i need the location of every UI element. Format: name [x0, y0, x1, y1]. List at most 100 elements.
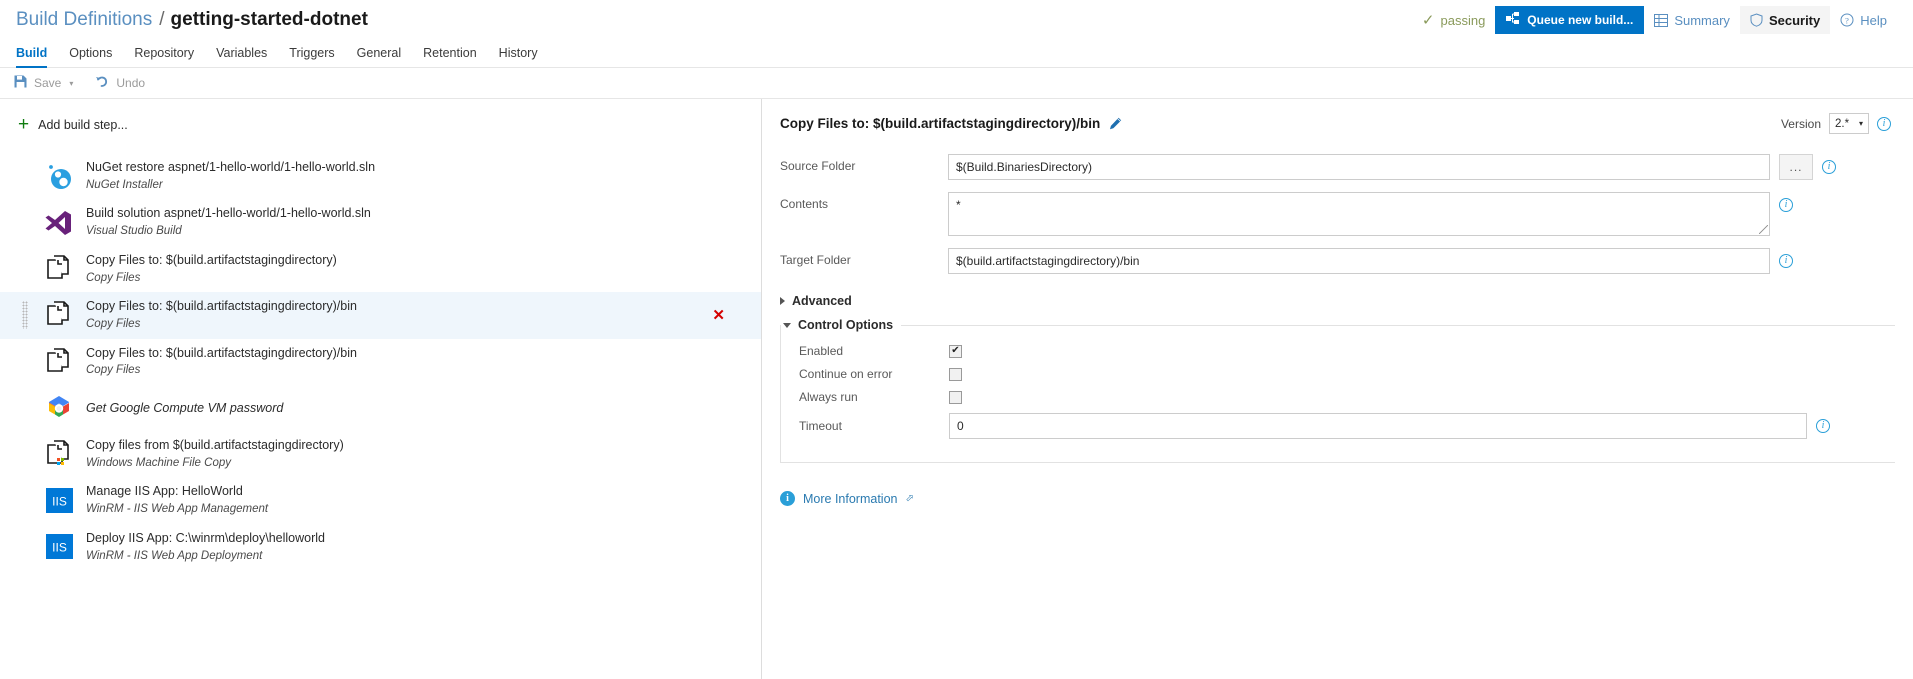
control-options-section: Control Options Enabled ✔ Continue on er…: [780, 318, 1895, 463]
step-form: Source Folder $(Build.BinariesDirectory)…: [762, 154, 1913, 274]
form-row-source-folder: Source Folder $(Build.BinariesDirectory)…: [780, 154, 1913, 180]
summary-grid-icon: [1654, 13, 1669, 27]
source-folder-input[interactable]: $(Build.BinariesDirectory): [948, 154, 1770, 180]
tab-options[interactable]: Options: [69, 46, 126, 67]
status-badge: ✓ passing: [1412, 6, 1495, 34]
enabled-checkbox[interactable]: ✔: [949, 344, 962, 358]
shield-icon: [1750, 13, 1763, 27]
enabled-label: Enabled: [799, 344, 844, 358]
step-details-header: Copy Files to: $(build.artifactstagingdi…: [762, 113, 1913, 134]
build-step-item[interactable]: NuGet restore aspnet/1-hello-world/1-hel…: [0, 153, 761, 199]
version-info-icon[interactable]: i: [1877, 116, 1891, 131]
chevron-down-icon: ▾: [1858, 119, 1863, 128]
breadcrumb-separator: /: [159, 9, 165, 30]
drag-handle[interactable]: [14, 347, 36, 377]
more-information-label: More Information: [803, 491, 898, 506]
delete-step-icon[interactable]: ✕: [712, 308, 751, 323]
tab-retention[interactable]: Retention: [423, 46, 491, 67]
build-step-item[interactable]: Build solution aspnet/1-hello-world/1-he…: [0, 199, 761, 245]
undo-label: Undo: [116, 76, 146, 90]
build-step-item-selected[interactable]: Copy Files to: $(build.artifactstagingdi…: [0, 292, 761, 339]
help-label: Help: [1860, 12, 1887, 28]
drag-handle[interactable]: [14, 439, 36, 469]
advanced-section-toggle[interactable]: Advanced: [780, 294, 1913, 308]
timeout-info-icon[interactable]: i: [1816, 419, 1830, 433]
contents-textarea[interactable]: *: [948, 192, 1770, 236]
svg-text:IIS: IIS: [52, 541, 67, 555]
build-step-item[interactable]: IIS Manage IIS App: HelloWorld WinRM - I…: [0, 477, 761, 523]
build-step-item[interactable]: Get Google Compute VM password: [0, 385, 761, 431]
add-build-step-button[interactable]: + Add build step...: [0, 109, 761, 140]
control-options-label: Control Options: [798, 318, 894, 332]
drag-handle[interactable]: [14, 161, 36, 191]
build-step-item[interactable]: Copy Files to: $(build.artifactstagingdi…: [0, 339, 761, 385]
version-dropdown[interactable]: 2.* ▾: [1829, 113, 1869, 134]
timeout-input[interactable]: 0: [949, 413, 1807, 439]
version-label: Version: [1780, 116, 1821, 131]
add-build-step-label: Add build step...: [38, 117, 128, 132]
svg-text:IIS: IIS: [52, 495, 67, 509]
build-step-text: Copy Files to: $(build.artifactstagingdi…: [86, 252, 337, 286]
status-badge-label: passing: [1440, 12, 1486, 28]
always-run-label: Always run: [799, 390, 858, 404]
control-option-row-enabled: Enabled ✔: [781, 344, 1895, 358]
summary-label: Summary: [1674, 12, 1730, 28]
build-step-item[interactable]: Copy files from $(build.artifactstagingd…: [0, 431, 761, 477]
summary-button[interactable]: Summary: [1644, 6, 1740, 34]
drag-handle[interactable]: [14, 393, 36, 423]
contents-info-icon[interactable]: i: [1779, 198, 1793, 212]
drag-handle[interactable]: [14, 208, 36, 238]
step-details-pane: Copy Files to: $(build.artifactstagingdi…: [762, 99, 1913, 679]
version-value: 2.*: [1835, 117, 1850, 130]
drag-handle[interactable]: [14, 254, 36, 284]
source-folder-info-icon[interactable]: i: [1822, 160, 1836, 174]
save-caret-icon[interactable]: ▾: [69, 79, 73, 88]
build-step-title: Deploy IIS App: C:\winrm\deploy\hellowor…: [86, 530, 326, 545]
always-run-checkbox[interactable]: [949, 390, 962, 404]
edit-pencil-icon[interactable]: [1109, 117, 1122, 130]
tab-triggers[interactable]: Triggers: [289, 46, 348, 67]
queue-build-icon: [1506, 12, 1520, 28]
control-options-toggle[interactable]: Control Options: [781, 318, 901, 332]
nuget-icon: [42, 159, 76, 193]
continue-on-error-checkbox[interactable]: [949, 367, 962, 381]
build-step-text: Copy Files to: $(build.artifactstagingdi…: [86, 298, 357, 332]
build-step-subtitle: Copy Files: [86, 271, 141, 284]
breadcrumb: Build Definitions / getting-started-dotn…: [16, 9, 368, 31]
iis-icon: IIS: [42, 484, 76, 518]
build-step-subtitle: WinRM - IIS Web App Management: [86, 503, 269, 516]
build-step-title: Copy Files to: $(build.artifactstagingdi…: [86, 345, 357, 360]
tab-repository[interactable]: Repository: [134, 46, 208, 67]
build-step-item[interactable]: Copy Files to: $(build.artifactstagingdi…: [0, 246, 761, 292]
target-folder-input[interactable]: $(build.artifactstagingdirectory)/bin: [948, 248, 1770, 274]
breadcrumb-parent-link[interactable]: Build Definitions: [16, 9, 152, 31]
drag-handle[interactable]: [14, 486, 36, 516]
drag-handle[interactable]: [14, 532, 36, 562]
build-step-item[interactable]: IIS Deploy IIS App: C:\winrm\deploy\hell…: [0, 524, 761, 570]
source-folder-browse-button[interactable]: ...: [1779, 154, 1813, 180]
copy-files-icon: [42, 252, 76, 286]
queue-new-build-button[interactable]: Queue new build...: [1495, 6, 1645, 34]
save-button[interactable]: Save ▾: [14, 75, 73, 91]
target-folder-label: Target Folder: [780, 253, 851, 267]
drag-handle[interactable]: [14, 300, 36, 330]
build-step-title: Build solution aspnet/1-hello-world/1-he…: [86, 206, 371, 221]
help-button[interactable]: ? Help: [1830, 6, 1897, 34]
help-question-icon: ?: [1840, 13, 1854, 27]
step-details-title: Copy Files to: $(build.artifactstagingdi…: [780, 116, 1101, 131]
tab-build[interactable]: Build: [16, 46, 61, 68]
build-step-title: Manage IIS App: HelloWorld: [86, 484, 243, 499]
security-button[interactable]: Security: [1739, 6, 1831, 34]
undo-button[interactable]: Undo: [95, 75, 145, 91]
advanced-section-label: Advanced: [792, 294, 852, 308]
build-step-title: Copy files from $(build.artifactstagingd…: [86, 437, 344, 452]
target-folder-info-icon[interactable]: i: [1779, 254, 1793, 268]
more-information-link[interactable]: i More Information ⬀: [780, 491, 1913, 506]
page-title: getting-started-dotnet: [170, 9, 368, 30]
tab-variables[interactable]: Variables: [216, 46, 281, 67]
tab-history[interactable]: History: [499, 46, 552, 67]
tab-general[interactable]: General: [357, 46, 415, 67]
build-step-subtitle: Copy Files: [86, 318, 141, 331]
copy-files-icon: [42, 298, 76, 332]
check-icon: ✓: [1421, 11, 1435, 29]
